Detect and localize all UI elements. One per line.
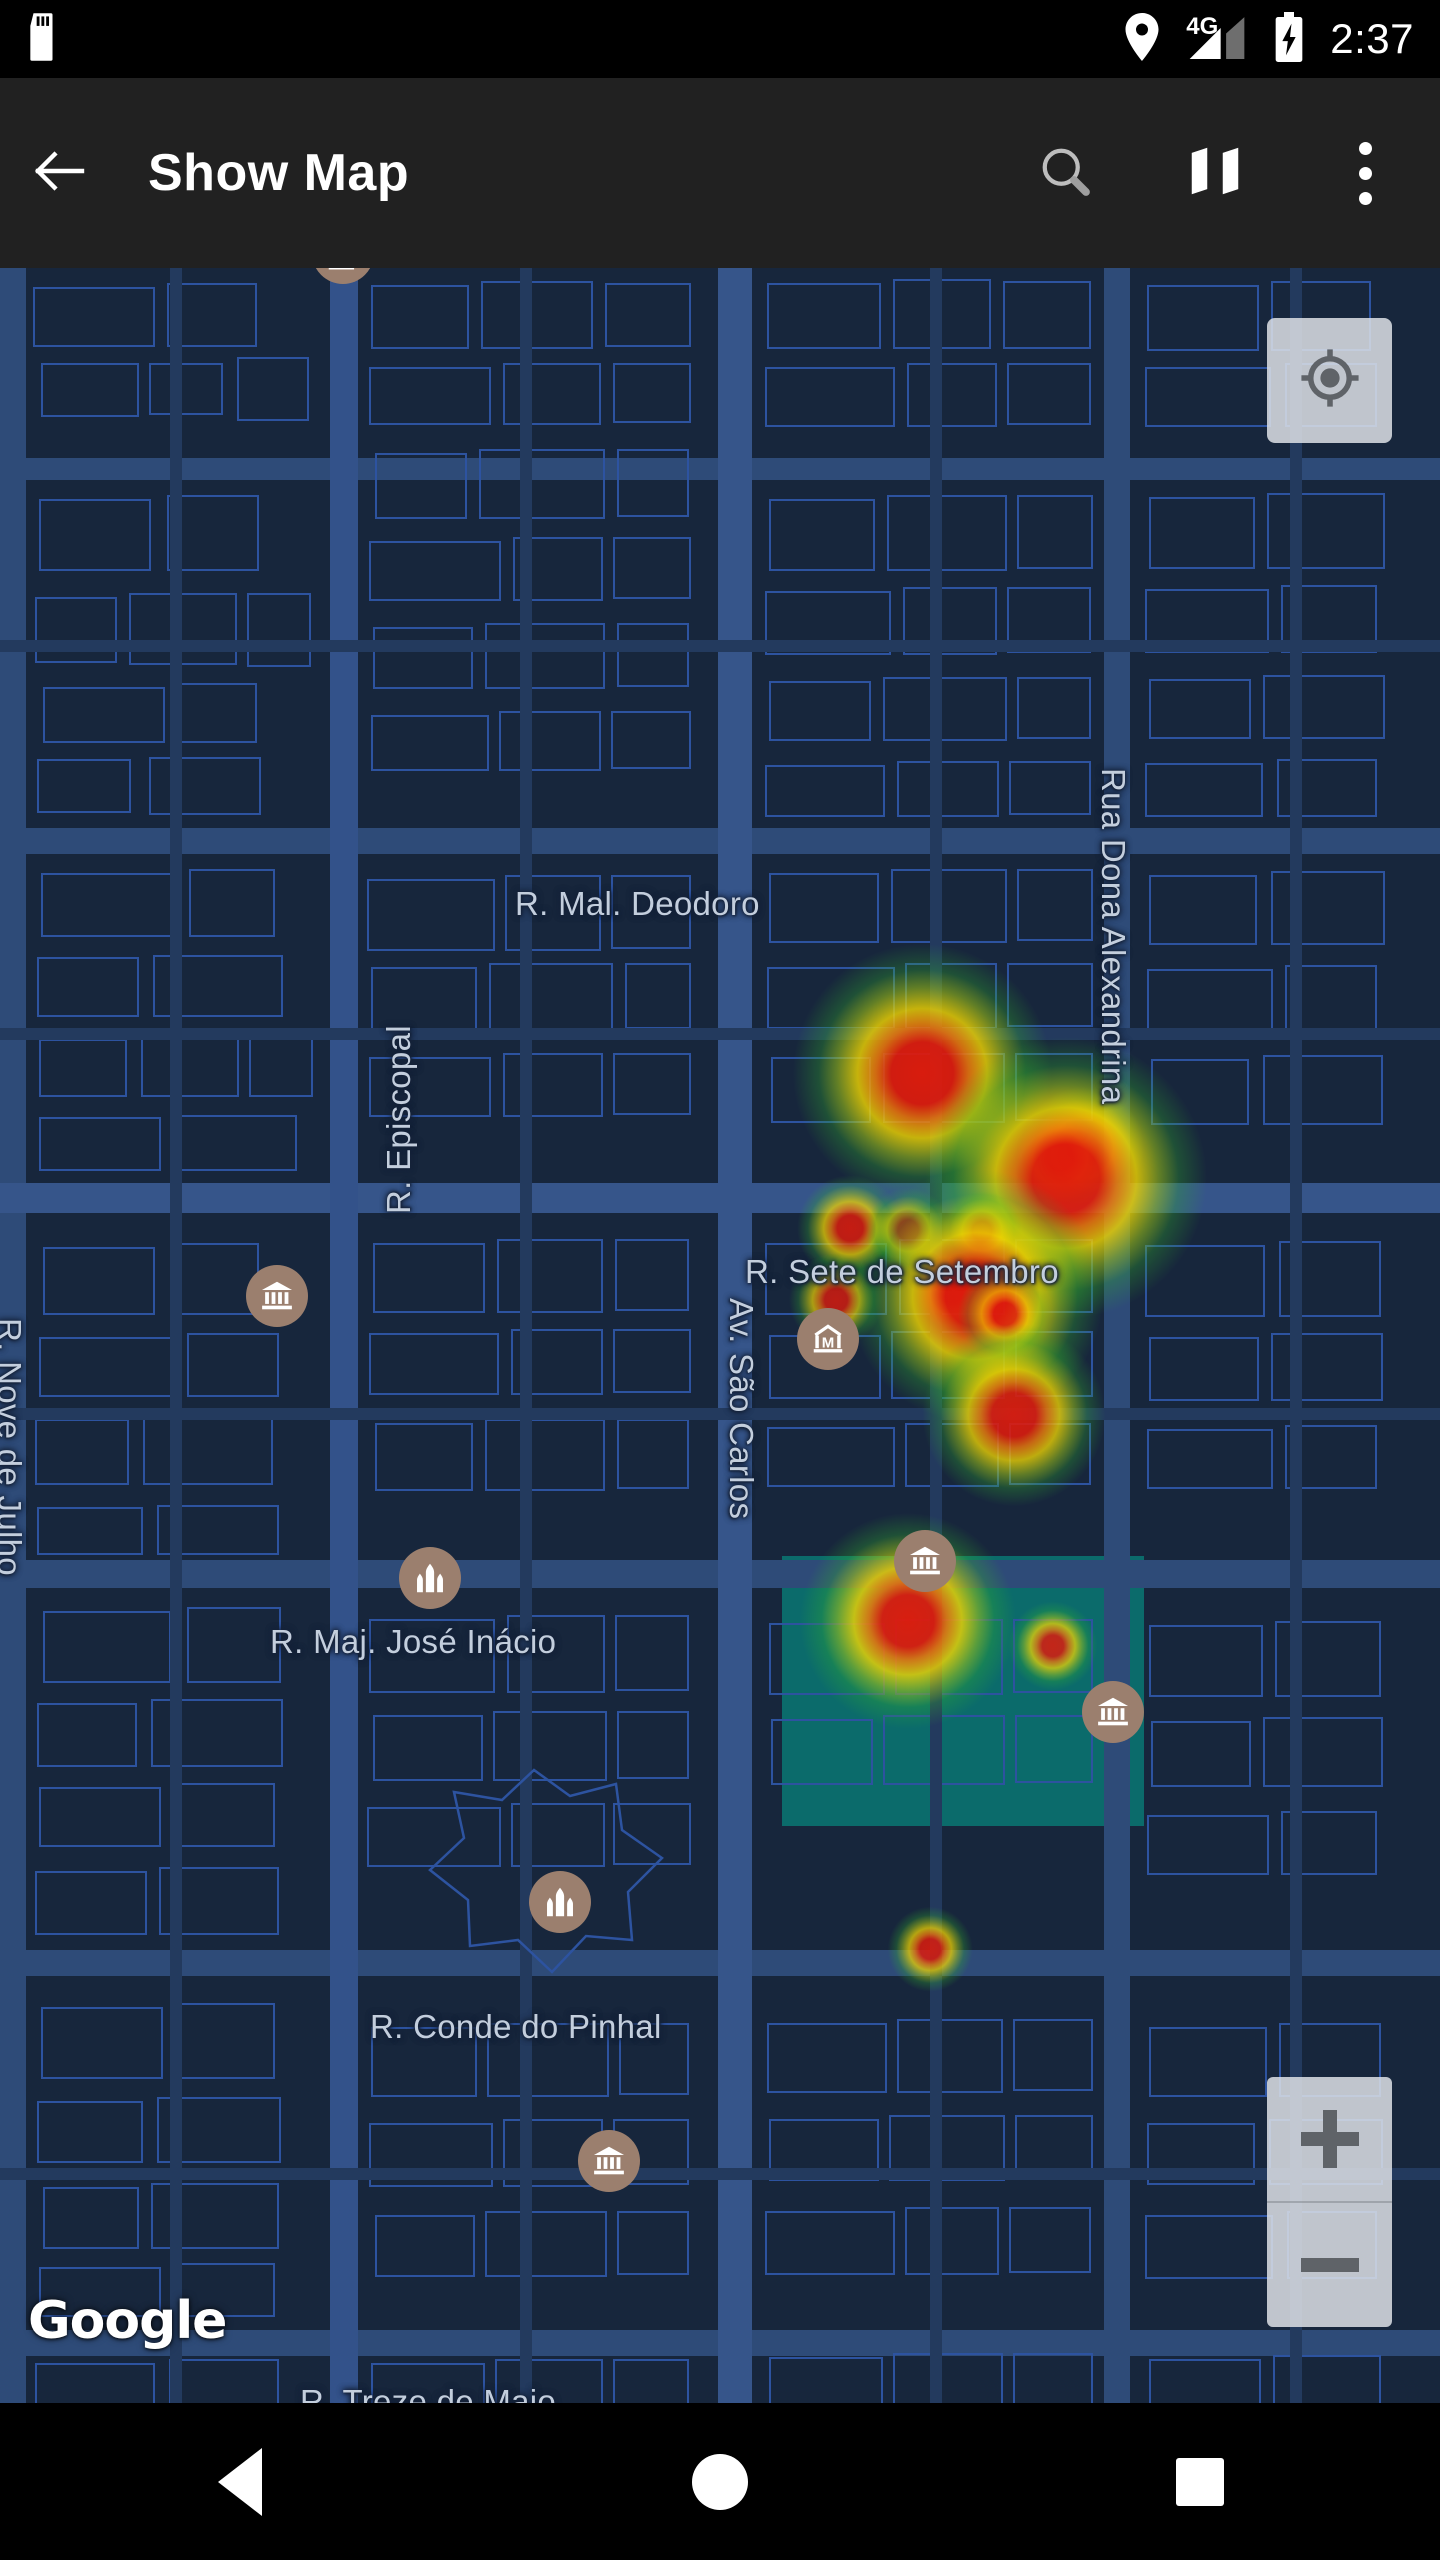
plus-icon-vertical	[1322, 2110, 1337, 2168]
search-button[interactable]	[990, 78, 1140, 268]
map-icon	[1184, 140, 1246, 207]
sd-card-icon	[24, 12, 62, 66]
map-canvas[interactable]: M R. Mal. Deodoro Rua Dona Alexandrina R. …	[0, 268, 1440, 2403]
overflow-menu-button[interactable]	[1290, 78, 1440, 268]
poi-marker[interactable]	[399, 1547, 461, 1609]
more-vertical-icon	[1358, 141, 1372, 205]
app-bar: Show Map	[0, 78, 1440, 268]
museum-icon	[1094, 1693, 1132, 1731]
nav-back-icon	[218, 2447, 262, 2516]
my-location-icon	[1295, 343, 1365, 418]
back-button[interactable]	[0, 78, 120, 268]
battery-charging-icon	[1274, 11, 1304, 67]
nav-back-button[interactable]	[140, 2403, 340, 2560]
page-title: Show Map	[148, 144, 410, 202]
nav-recents-icon	[1176, 2457, 1224, 2506]
poi-marker[interactable]	[1082, 1681, 1144, 1743]
status-bar: 4G 2:37	[0, 0, 1440, 78]
app-bar-actions	[990, 78, 1440, 268]
map-layers-button[interactable]	[1140, 78, 1290, 268]
poi-marker[interactable]	[894, 1530, 956, 1592]
google-attribution: Google	[28, 2291, 227, 2351]
museum-icon	[590, 2142, 628, 2180]
nav-home-icon	[692, 2453, 748, 2510]
my-location-button[interactable]	[1267, 318, 1392, 443]
zoom-out-button[interactable]	[1267, 2203, 1392, 2327]
status-bar-clock: 2:37	[1330, 15, 1414, 62]
signal-bars-icon: 4G	[1186, 13, 1248, 63]
search-icon	[1035, 141, 1095, 206]
status-bar-left	[24, 12, 62, 66]
poi-marker[interactable]	[578, 2130, 640, 2192]
zoom-in-button[interactable]	[1267, 2077, 1392, 2201]
map-vector-layer	[0, 268, 1440, 2403]
church-icon	[541, 1883, 579, 1921]
museum-icon	[258, 1277, 296, 1315]
poi-marker[interactable]: M	[797, 1308, 859, 1370]
system-navigation-bar	[0, 2403, 1440, 2560]
poi-marker[interactable]	[529, 1871, 591, 1933]
museum-icon	[906, 1542, 944, 1580]
arrow-back-icon	[27, 138, 93, 209]
nav-home-button[interactable]	[620, 2403, 820, 2560]
museum-m-icon: M	[809, 1320, 847, 1358]
svg-text:M: M	[822, 1335, 835, 1352]
location-pin-icon	[1124, 12, 1160, 66]
church-icon	[411, 1559, 449, 1597]
zoom-controls[interactable]	[1267, 2077, 1392, 2327]
poi-marker[interactable]	[246, 1265, 308, 1327]
nav-recents-button[interactable]	[1100, 2403, 1300, 2560]
status-bar-right: 4G 2:37	[1124, 11, 1414, 67]
minus-icon	[1300, 2258, 1359, 2272]
cafe-icon	[324, 268, 362, 272]
